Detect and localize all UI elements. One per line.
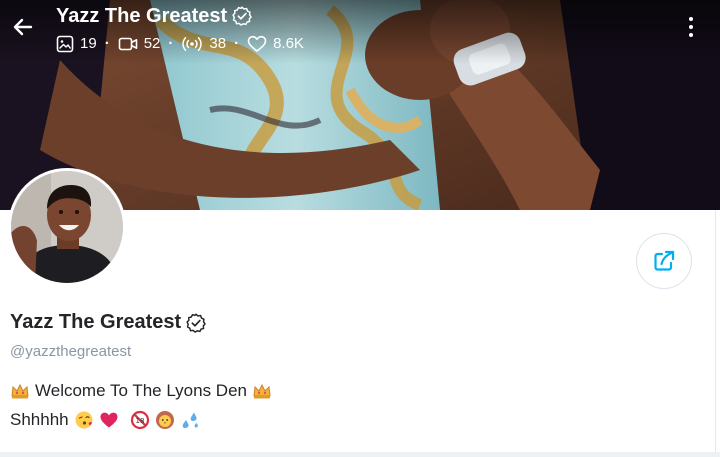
more-vertical-icon	[689, 17, 693, 21]
svg-text:18: 18	[135, 417, 144, 425]
share-icon	[654, 250, 675, 271]
stat-photos-count: 19	[80, 35, 97, 52]
verified-badge-icon	[186, 312, 207, 333]
video-icon	[118, 37, 137, 51]
no-entry-emoji: 18	[130, 410, 150, 430]
profile-name: Yazz The Greatest	[10, 311, 182, 333]
header-info: Yazz The Greatest 19 · 52 · 38 · 8.6K	[56, 4, 304, 53]
avatar-photo	[11, 171, 123, 283]
bio-line: Welcome To The Lyons Den	[10, 381, 272, 401]
profile-name-row: Yazz The Greatest	[10, 311, 207, 334]
stat-videos[interactable]: 52	[118, 35, 161, 53]
bio-text-2: Shhhhh	[10, 410, 69, 429]
share-button[interactable]	[636, 233, 692, 289]
more-options-button[interactable]	[684, 14, 698, 40]
separator-dot: ·	[104, 35, 110, 52]
back-button[interactable]	[8, 12, 38, 42]
cover-image: Yazz The Greatest 19 · 52 · 38 · 8.6K	[0, 0, 720, 210]
header-title-row: Yazz The Greatest	[56, 4, 304, 28]
arrow-left-icon	[13, 18, 33, 36]
image-icon	[56, 35, 74, 53]
stat-videos-count: 52	[143, 35, 161, 52]
header-stats: 19 · 52 · 38 · 8.6K	[56, 35, 304, 53]
stat-streams-count: 38	[209, 35, 227, 52]
verified-badge-icon	[232, 6, 253, 26]
bio-text-1: Welcome To The Lyons Den	[35, 381, 247, 400]
kiss-emoji	[74, 410, 94, 430]
avatar[interactable]	[8, 168, 126, 286]
heart-icon	[247, 35, 267, 52]
stat-photos[interactable]: 19	[56, 35, 97, 53]
header-title: Yazz The Greatest	[56, 5, 228, 27]
divider	[715, 210, 716, 457]
stat-likes-count: 8.6K	[273, 35, 304, 52]
stat-likes[interactable]: 8.6K	[247, 35, 304, 53]
separator-dot: ·	[234, 35, 240, 52]
heart-emoji	[99, 410, 119, 430]
sweat-droplets-emoji	[180, 410, 200, 430]
lion-emoji	[155, 410, 175, 430]
bio-line: Shhhhh 18	[10, 410, 200, 430]
crown-emoji	[252, 381, 272, 401]
separator-dot: ·	[168, 35, 174, 52]
broadcast-icon	[182, 37, 203, 51]
stat-streams[interactable]: 38	[181, 35, 226, 53]
section-divider	[0, 452, 720, 457]
profile-username[interactable]: @yazzthegreatest	[10, 343, 131, 360]
crown-emoji	[10, 381, 30, 401]
